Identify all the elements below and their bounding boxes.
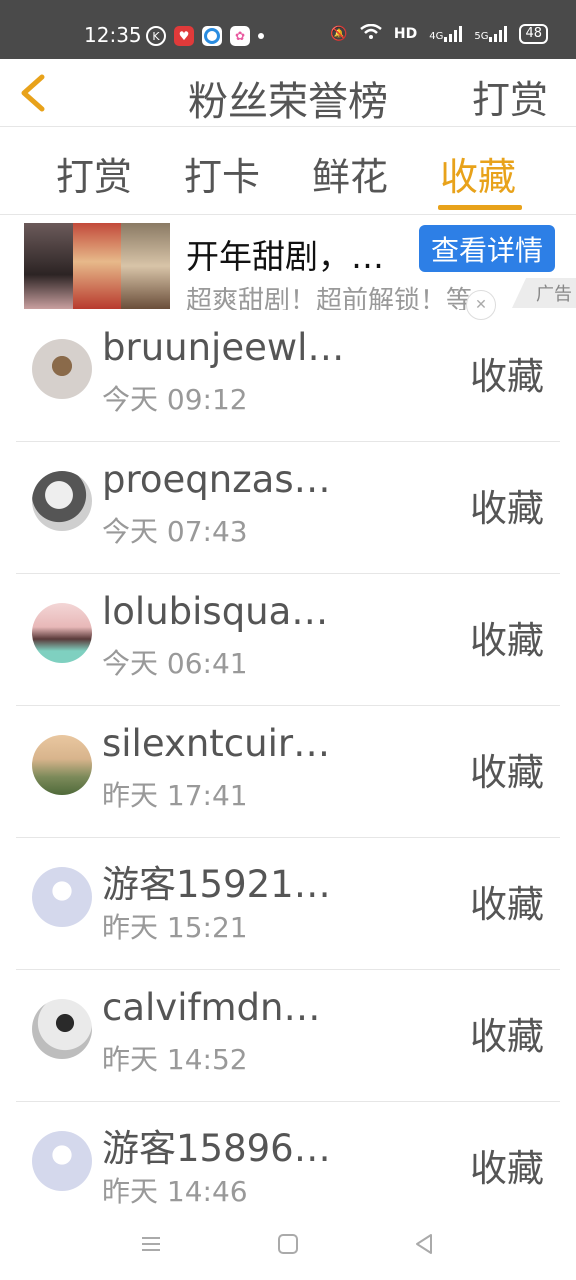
- avatar: [32, 471, 92, 531]
- timestamp: 昨天 17:41: [102, 779, 248, 812]
- tab-favorites[interactable]: 收藏: [440, 146, 516, 201]
- timestamp: 昨天 14:52: [102, 1043, 248, 1076]
- reward-button[interactable]: 打赏: [472, 69, 548, 124]
- top-bar: 粉丝荣誉榜 打赏: [0, 59, 576, 127]
- action-label: 收藏: [470, 355, 544, 398]
- avatar: [32, 735, 92, 795]
- ad-title[interactable]: 开年甜剧，…: [186, 230, 384, 278]
- status-app-icons: K ♥ ✿: [146, 26, 264, 46]
- mute-icon: 🔕: [330, 26, 348, 42]
- avatar: [32, 339, 92, 399]
- ad-thumbnail[interactable]: [24, 223, 170, 309]
- battery-indicator: 48: [519, 24, 548, 44]
- user-name: 游客15896…: [102, 1127, 331, 1170]
- signal-4g: 4G: [429, 26, 463, 42]
- user-name: bruunjeewl…: [102, 326, 345, 369]
- view-details-button[interactable]: 查看详情: [419, 225, 555, 272]
- tab-bar: 打赏 打卡 鲜花 收藏: [0, 126, 576, 215]
- heart-app-icon: ♥: [174, 26, 194, 46]
- action-label: 收藏: [470, 1015, 544, 1058]
- action-label: 收藏: [470, 751, 544, 794]
- user-name: 游客15921…: [102, 863, 331, 906]
- avatar: [32, 999, 92, 1059]
- list-item[interactable]: 游客15896… 昨天 14:46 收藏: [0, 1102, 576, 1234]
- timestamp: 昨天 15:21: [102, 911, 248, 944]
- timestamp: 今天 06:41: [102, 647, 248, 680]
- list-item[interactable]: silexntcuir… 昨天 17:41 收藏: [0, 706, 576, 838]
- timestamp: 昨天 14:46: [102, 1175, 248, 1208]
- list-item[interactable]: calvifmdn… 昨天 14:52 收藏: [0, 970, 576, 1102]
- hd-label: HD: [393, 26, 418, 42]
- tab-flowers[interactable]: 鲜花: [312, 146, 388, 201]
- favorites-list: bruunjeewl… 今天 09:12 收藏 proeqnzas… 今天 07…: [0, 310, 576, 1234]
- tab-checkin[interactable]: 打卡: [184, 146, 260, 201]
- signal-5g: 5G: [474, 26, 508, 42]
- avatar: [32, 867, 92, 927]
- back-triangle-icon[interactable]: [412, 1232, 436, 1260]
- list-item[interactable]: proeqnzas… 今天 07:43 收藏: [0, 442, 576, 574]
- tab-reward[interactable]: 打赏: [56, 146, 132, 201]
- dot-icon: [258, 33, 264, 39]
- avatar: [32, 603, 92, 663]
- timestamp: 今天 09:12: [102, 383, 248, 416]
- status-bar: 12:35 K ♥ ✿ 🔕 HD 4G 5G 48: [0, 0, 576, 59]
- status-time: 12:35: [84, 23, 142, 47]
- action-label: 收藏: [470, 619, 544, 662]
- list-item[interactable]: lolubisqua… 今天 06:41 收藏: [0, 574, 576, 706]
- status-right: 🔕 HD 4G 5G 48: [330, 23, 548, 44]
- menu-icon[interactable]: [139, 1232, 163, 1260]
- circle-app-icon: [202, 26, 222, 46]
- action-label: 收藏: [470, 883, 544, 926]
- list-item[interactable]: bruunjeewl… 今天 09:12 收藏: [0, 310, 576, 442]
- avatar: [32, 1131, 92, 1191]
- user-name: silexntcuir…: [102, 722, 331, 765]
- user-name: proeqnzas…: [102, 458, 331, 501]
- system-nav-bar: [0, 1216, 576, 1280]
- ad-banner[interactable]: 开年甜剧，… 查看详情 超爽甜剧！超前解锁！等 ✕: [0, 214, 576, 320]
- user-name: calvifmdn…: [102, 986, 321, 1029]
- active-tab-indicator: [438, 205, 522, 210]
- wifi-icon: [360, 23, 382, 44]
- user-name: lolubisqua…: [102, 590, 329, 633]
- k-app-icon: K: [146, 26, 166, 46]
- home-icon[interactable]: [276, 1232, 300, 1260]
- action-label: 收藏: [470, 487, 544, 530]
- flower-app-icon: ✿: [230, 26, 250, 46]
- list-item[interactable]: 游客15921… 昨天 15:21 收藏: [0, 838, 576, 970]
- timestamp: 今天 07:43: [102, 515, 248, 548]
- action-label: 收藏: [470, 1147, 544, 1190]
